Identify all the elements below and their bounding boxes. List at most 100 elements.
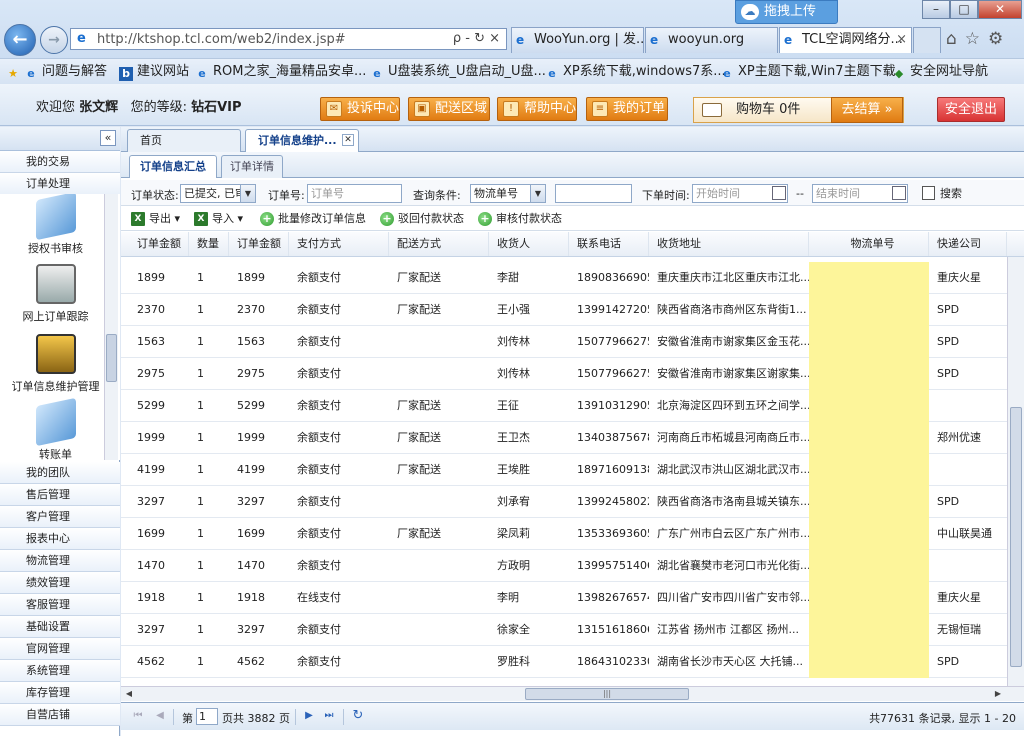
column-header[interactable]: 订单金额	[129, 232, 189, 256]
minimize-icon[interactable]: –	[922, 0, 950, 19]
close-tab-icon[interactable]: ×	[896, 28, 907, 52]
table-row[interactable]: 5299 1 5299 余额支付 厂家配送 王征 13910312905 北京海淀区四环到五环…	[121, 390, 1007, 422]
query-select[interactable]: 物流单号 ▼	[470, 184, 546, 203]
browser-tab-wooyun-1[interactable]: e WooYun.org | 发...	[511, 27, 644, 53]
sidebar-item-online-order-tracking[interactable]: 网上订单跟踪	[8, 264, 103, 324]
checkout-button[interactable]: 去结算 »	[831, 97, 903, 123]
table-row[interactable]: 1918 1 1918 在线支付 李明 139826765744 四川省广安市四川省广安市邻…	[121, 582, 1007, 614]
close-window-icon[interactable]: ✕	[978, 0, 1022, 19]
grid-horizontal-scrollbar[interactable]: ◀ ||| ▶	[121, 686, 1024, 701]
table-row[interactable]: 3297 1 3297 余额支付 徐家全 13151618606 江苏省 扬州市 江都区 扬…	[121, 614, 1007, 646]
favorite-safe-nav[interactable]: ◆ 安全网址导航	[892, 63, 988, 81]
sidebar-item-my-team[interactable]: 我的团队	[0, 462, 120, 484]
table-cell[interactable]	[809, 358, 929, 390]
query-value-input[interactable]	[555, 184, 632, 203]
table-cell[interactable]	[809, 454, 929, 486]
back-button[interactable]: ←	[4, 24, 36, 56]
column-header[interactable]: 物流单号	[809, 232, 929, 256]
table-row[interactable]: 1999 1 1999 余额支付 厂家配送 王卫杰 13403875678 河南商丘市柘城县河…	[121, 422, 1007, 454]
prev-page-icon[interactable]: ◀	[153, 709, 167, 723]
tab-order-details[interactable]: 订单详情	[221, 155, 283, 178]
calendar-icon[interactable]	[772, 186, 786, 200]
tab-order-maintenance[interactable]: 订单信息维护... ✕	[245, 129, 359, 152]
approve-payment-button[interactable]: + 审核付款状态	[478, 211, 562, 227]
address-bar[interactable]: e http://ktshop.tcl.com/web2/index.jsp# …	[70, 28, 507, 50]
sidebar-item-order-maintenance[interactable]: 订单信息维护管理	[8, 334, 103, 394]
sidebar-item-customer-service[interactable]: 客服管理	[0, 594, 120, 616]
table-cell[interactable]	[809, 294, 929, 326]
favorite-suggested[interactable]: b 建议网站	[119, 63, 189, 81]
sidebar-item-inventory[interactable]: 库存管理	[0, 682, 120, 704]
forward-button[interactable]: →	[40, 26, 68, 54]
end-time-input[interactable]: 结束时间	[812, 184, 908, 203]
first-page-icon[interactable]: ⏮	[131, 709, 145, 723]
browser-tab-tcl[interactable]: e TCL空调网络分... ×	[779, 27, 912, 53]
status-select[interactable]: 已提交, 已审 ▼	[180, 184, 256, 203]
table-row[interactable]: 2975 1 2975 余额支付 刘传林 15077966275 安徽省淮南市谢家集区谢家集…	[121, 358, 1007, 390]
table-cell[interactable]	[809, 550, 929, 582]
maximize-icon[interactable]: □	[950, 0, 978, 19]
sidebar-item-basic-settings[interactable]: 基础设置	[0, 616, 120, 638]
column-header[interactable]: 数量	[189, 232, 229, 256]
search-button[interactable]: 搜索	[922, 184, 962, 203]
sidebar-item-customers[interactable]: 客户管理	[0, 506, 120, 528]
favorite-usb[interactable]: e U盘装系统_U盘启动_U盘...	[370, 63, 546, 81]
sidebar-item-after-sales[interactable]: 售后管理	[0, 484, 120, 506]
grid-hscroll-thumb[interactable]: |||	[525, 688, 689, 700]
grid-vertical-scrollbar[interactable]	[1007, 257, 1024, 686]
table-row[interactable]: 4199 1 4199 余额支付 厂家配送 王埃胜 18971609138 湖北武汉市洪山区湖…	[121, 454, 1007, 486]
collapse-icon[interactable]: «	[100, 130, 116, 146]
sidebar-item-transfer-slip[interactable]: 转账单	[8, 397, 103, 460]
scroll-left-icon[interactable]: ◀	[123, 688, 135, 700]
table-row[interactable]: 1470 1 1470 余额支付 方政明 13995751406 湖北省襄樊市老河口市光化街…	[121, 550, 1007, 582]
grid-scroll-thumb[interactable]	[1010, 407, 1022, 667]
sidebar-item-authorization-review[interactable]: 授权书审核	[8, 194, 103, 256]
favorite-xp-system[interactable]: e XP系统下载,windows7系...	[545, 63, 725, 81]
column-header[interactable]: 支付方式	[289, 232, 389, 256]
cart-box[interactable]: 购物车 0件 去结算 »	[693, 97, 904, 123]
logout-button[interactable]: 安全退出	[937, 97, 1005, 122]
complaint-center-button[interactable]: ✉ 投诉中心	[320, 97, 400, 121]
tab-order-summary[interactable]: 订单信息汇总	[129, 155, 217, 178]
address-controls[interactable]: ρ - ↻ ×	[453, 31, 500, 46]
column-header[interactable]: 收货地址	[649, 232, 809, 256]
sidebar-item-own-store[interactable]: 自营店铺	[0, 704, 120, 726]
favorite-rom[interactable]: e ROM之家_海量精品安卓...	[195, 63, 366, 81]
calendar-icon[interactable]	[892, 186, 906, 200]
table-cell[interactable]	[809, 646, 929, 678]
sidebar-item-system[interactable]: 系统管理	[0, 660, 120, 682]
tab-home[interactable]: 首页	[127, 129, 241, 152]
table-row[interactable]: 4562 1 4562 余额支付 罗胜科 18643102330 湖南省长沙市天心区 大托铺…	[121, 646, 1007, 678]
close-tab-icon[interactable]: ✕	[342, 134, 354, 146]
delivery-area-button[interactable]: ▣ 配送区域	[408, 97, 490, 121]
table-row[interactable]: 1899 1 1899 余额支付 厂家配送 李甜 18908366905 重庆重庆市江北区重庆…	[121, 262, 1007, 294]
column-header[interactable]: 联系电话	[569, 232, 649, 256]
sidebar-item-reports[interactable]: 报表中心	[0, 528, 120, 550]
table-row[interactable]: 2370 1 2370 余额支付 厂家配送 王小强 13991427205 陕西省商洛市商州区…	[121, 294, 1007, 326]
export-button[interactable]: X 导出 ▾	[131, 211, 180, 227]
reject-payment-button[interactable]: + 驳回付款状态	[380, 211, 464, 227]
sidebar-scrollbar[interactable]	[104, 194, 118, 460]
last-page-icon[interactable]: ⏭	[322, 709, 336, 723]
star-icon[interactable]: ☆	[965, 29, 988, 49]
next-page-icon[interactable]: ▶	[302, 709, 316, 723]
table-row[interactable]: 1699 1 1699 余额支付 厂家配送 梁凤莉 13533693605 广东广州市白云区广…	[121, 518, 1007, 550]
new-tab-button[interactable]	[913, 27, 941, 53]
table-cell[interactable]	[809, 422, 929, 454]
favorite-qa[interactable]: ★ e 问题与解答	[6, 63, 107, 81]
column-header[interactable]: 快递公司	[929, 232, 1007, 256]
import-button[interactable]: X 导入 ▾	[194, 211, 243, 227]
favorite-xp-theme[interactable]: e XP主题下载,Win7主题下载	[720, 63, 895, 81]
table-cell[interactable]	[809, 390, 929, 422]
refresh-icon[interactable]: ↻	[351, 709, 365, 723]
drag-upload-button[interactable]: ☁ 拖拽上传	[735, 0, 838, 24]
sidebar-item-logistics[interactable]: 物流管理	[0, 550, 120, 572]
order-no-input[interactable]: 订单号	[307, 184, 402, 203]
sidebar-item-performance[interactable]: 绩效管理	[0, 572, 120, 594]
column-header[interactable]: 订单金额	[229, 232, 289, 256]
my-orders-button[interactable]: ≡ 我的订单	[586, 97, 668, 121]
column-header[interactable]: 配送方式	[389, 232, 489, 256]
help-center-button[interactable]: ! 帮助中心	[497, 97, 577, 121]
table-cell[interactable]	[809, 518, 929, 550]
table-cell[interactable]	[809, 582, 929, 614]
